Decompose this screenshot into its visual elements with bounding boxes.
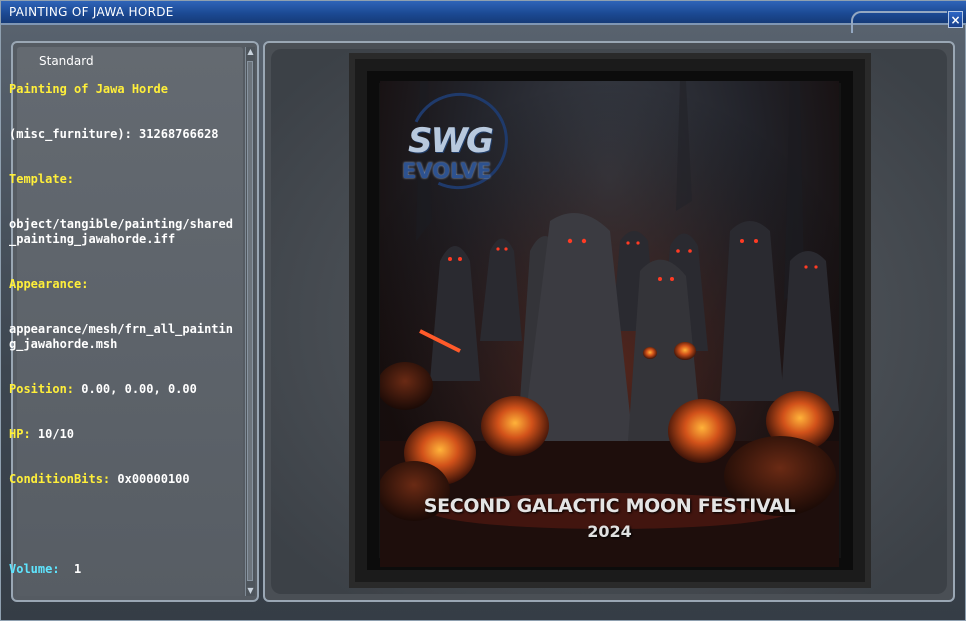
appearance-label: Appearance: bbox=[9, 277, 89, 291]
examine-window: PAINTING OF JAWA HORDE × Standard ▲ ▼ Pa… bbox=[0, 0, 966, 621]
condition-value: 0x00000100 bbox=[110, 472, 190, 486]
scroll-thumb[interactable] bbox=[247, 61, 253, 581]
position-row: Position: 0.00, 0.00, 0.00 bbox=[9, 382, 233, 397]
scroll-up-arrow-icon[interactable]: ▲ bbox=[246, 47, 255, 57]
close-icon: × bbox=[950, 13, 961, 27]
condition-label: ConditionBits: bbox=[9, 472, 111, 486]
info-spacer bbox=[9, 517, 233, 532]
close-button[interactable]: × bbox=[948, 11, 963, 28]
title-decoration bbox=[851, 11, 947, 33]
logo-evolve-text: EVOLVE bbox=[402, 159, 492, 183]
template-value: object/tangible/painting/shared_painting… bbox=[9, 217, 233, 246]
position-value: 0.00, 0.00, 0.00 bbox=[74, 382, 197, 396]
logo-swg-text: SWG bbox=[408, 121, 494, 161]
volume-row: Volume: 1 bbox=[9, 562, 233, 577]
appearance-value: appearance/mesh/frn_all_painting_jawahor… bbox=[9, 322, 233, 351]
hp-row: HP: 10/10 bbox=[9, 427, 233, 442]
painting-year: 2024 bbox=[587, 522, 632, 541]
volume-value: 1 bbox=[59, 562, 82, 576]
scroll-down-arrow-icon[interactable]: ▼ bbox=[246, 586, 255, 596]
hp-label: HP: bbox=[9, 427, 31, 441]
condition-row: ConditionBits: 0x00000100 bbox=[9, 472, 233, 487]
volume-label: Volume: bbox=[9, 562, 60, 576]
painting-title: SECOND GALACTIC MOON FESTIVAL bbox=[423, 495, 796, 517]
painting-image: SWG EVOLVE SECOND GALACTIC MOON FESTIVAL… bbox=[380, 81, 839, 567]
position-label: Position: bbox=[9, 382, 75, 396]
object-name: Painting of Jawa Horde bbox=[9, 82, 168, 96]
object-id: (misc_furniture): 31268766628 bbox=[9, 127, 219, 141]
template-label: Template: bbox=[9, 172, 75, 186]
info-scrollbar[interactable]: ▲ ▼ bbox=[245, 47, 255, 596]
object-info: Painting of Jawa Horde (misc_furniture):… bbox=[9, 52, 233, 607]
swg-evolve-logo: SWG EVOLVE bbox=[396, 81, 522, 203]
title-bar[interactable]: PAINTING OF JAWA HORDE bbox=[1, 1, 966, 25]
window-title: PAINTING OF JAWA HORDE bbox=[9, 5, 174, 19]
hp-value: 10/10 bbox=[30, 427, 75, 441]
